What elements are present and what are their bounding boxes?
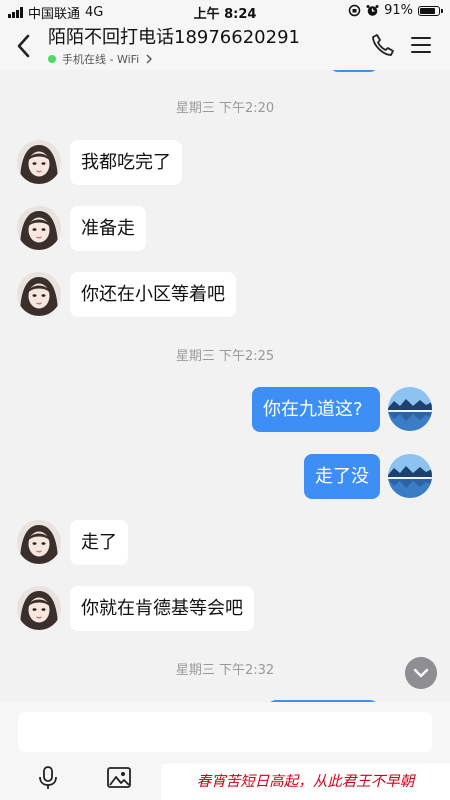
presence-label: 手机在线 - WiFi bbox=[62, 53, 140, 66]
back-icon[interactable] bbox=[12, 32, 36, 60]
message-bubble[interactable]: 走了 bbox=[70, 520, 128, 565]
battery-percent: 91% bbox=[384, 3, 413, 18]
contact-info[interactable]: 陌陌不回打电话18976620291 手机在线 - WiFi bbox=[48, 22, 300, 67]
contact-avatar[interactable] bbox=[17, 586, 61, 630]
scroll-down-icon[interactable] bbox=[405, 657, 437, 689]
message-bubble[interactable]: 你还在小区等着吧 bbox=[70, 272, 236, 317]
message-bubble[interactable]: 你就在肯德基等会吧 bbox=[70, 586, 254, 631]
contact-avatar[interactable] bbox=[17, 140, 61, 184]
my-avatar[interactable] bbox=[388, 454, 432, 498]
message-input[interactable] bbox=[18, 712, 432, 752]
message-bubble[interactable]: 你在九道这? bbox=[252, 387, 380, 432]
phone-icon[interactable] bbox=[370, 32, 396, 58]
status-bar: 中国联通 4G 上午 8:24 91% bbox=[0, 0, 450, 22]
battery-icon bbox=[418, 5, 443, 16]
image-icon[interactable] bbox=[105, 764, 133, 792]
contact-name: 陌陌不回打电话18976620291 bbox=[48, 27, 300, 48]
contact-avatar[interactable] bbox=[17, 272, 61, 316]
message-bubble[interactable]: 我都吃完了 bbox=[70, 140, 182, 185]
chevron-right-icon bbox=[146, 54, 153, 64]
status-right: 91% bbox=[348, 3, 443, 18]
message-list[interactable]: 星期三 下午2:20 我都吃完了 准备走 你还在小区等着吧 星期三 下午2:25… bbox=[0, 70, 450, 702]
partial-outgoing-bubble bbox=[330, 70, 378, 72]
rotation-lock-icon bbox=[348, 4, 361, 17]
contact-avatar[interactable] bbox=[17, 520, 61, 564]
chat-header: 陌陌不回打电话18976620291 手机在线 - WiFi bbox=[0, 22, 450, 70]
menu-icon[interactable] bbox=[408, 32, 434, 58]
message-bubble[interactable]: 准备走 bbox=[70, 206, 146, 251]
message-bubble[interactable]: 走了没 bbox=[304, 454, 380, 499]
my-avatar[interactable] bbox=[388, 387, 432, 431]
timestamp: 星期三 下午2:20 bbox=[175, 101, 275, 116]
microphone-icon[interactable] bbox=[34, 764, 62, 792]
poem-banner: 春宵苦短日高起，从此君王不早朝 bbox=[161, 764, 450, 800]
timestamp: 星期三 下午2:25 bbox=[175, 349, 275, 364]
presence-status[interactable]: 手机在线 - WiFi bbox=[48, 51, 300, 67]
online-dot-icon bbox=[48, 55, 56, 63]
alarm-icon bbox=[366, 5, 379, 16]
contact-avatar[interactable] bbox=[17, 206, 61, 250]
timestamp: 星期三 下午2:32 bbox=[175, 663, 275, 678]
